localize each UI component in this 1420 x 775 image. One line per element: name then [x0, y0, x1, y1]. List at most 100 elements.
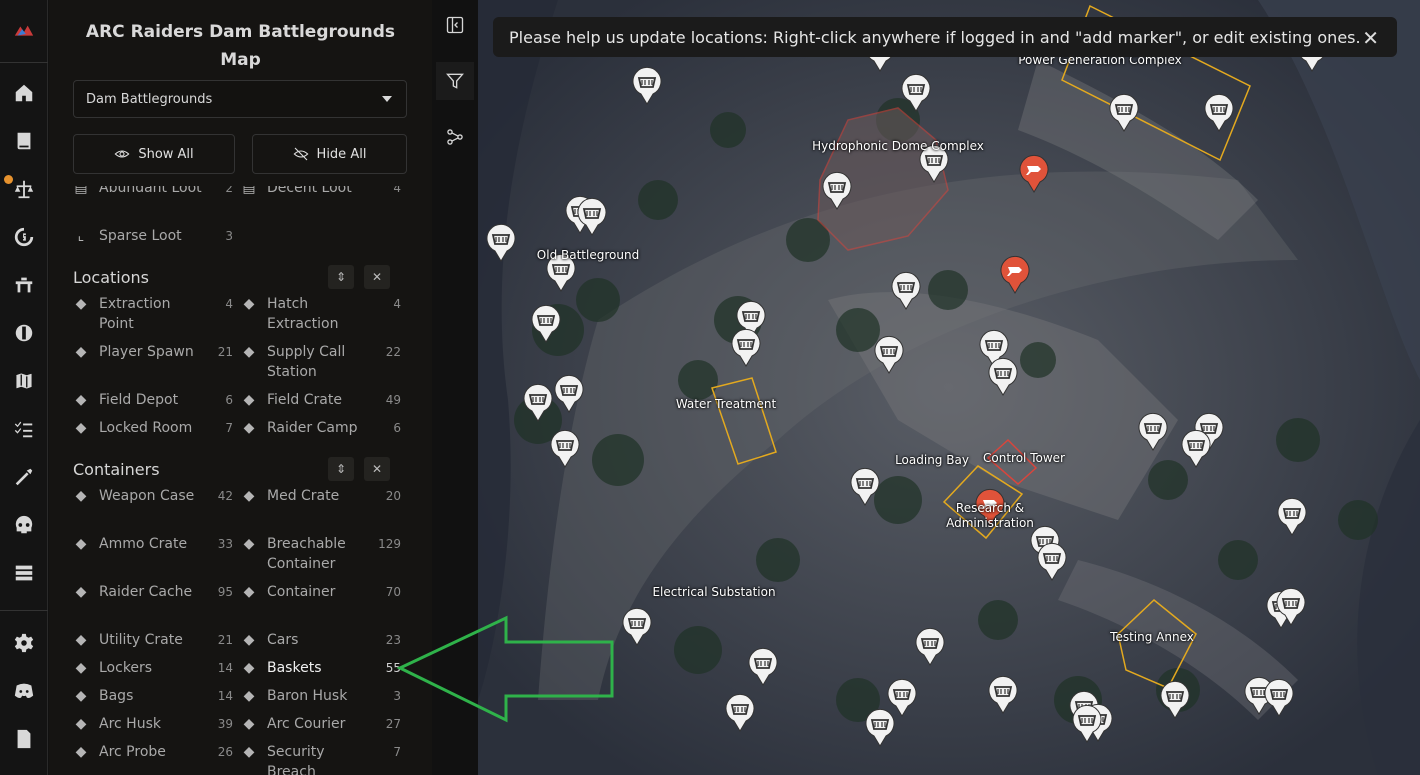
ammo-crate-icon: ◆ — [75, 536, 87, 552]
sort-toggle-icon[interactable]: ⇕ — [328, 265, 354, 289]
hide-all-label: Hide All — [316, 146, 367, 162]
basket-marker-icon[interactable] — [821, 171, 853, 211]
basket-marker-icon[interactable] — [730, 328, 762, 368]
show-all-button[interactable]: Show All — [73, 134, 235, 174]
basket-marker-icon[interactable] — [900, 73, 932, 113]
basket-marker-icon[interactable] — [987, 675, 1019, 715]
database-icon[interactable] — [6, 555, 42, 591]
hide-all-button[interactable]: Hide All — [252, 134, 407, 174]
abundant-loot-icon: ▤ — [74, 186, 88, 196]
map-canvas[interactable]: Power Generation Complex Hydrophonic Dom… — [478, 0, 1420, 775]
map-label-research-line2[interactable]: Administration — [946, 516, 1034, 530]
raider-marker-icon[interactable] — [1018, 154, 1050, 194]
map-select-value: Dam Battlegrounds — [86, 91, 213, 107]
weapon-case-icon: ◆ — [75, 488, 87, 504]
basket-marker-icon[interactable] — [890, 271, 922, 311]
skull-icon[interactable] — [6, 507, 42, 543]
weapon-icon[interactable] — [6, 459, 42, 495]
basket-marker-icon[interactable] — [873, 335, 905, 375]
filter-list[interactable]: ▤ Abundant Loot 2 ▤ Decent Loot 4 ⌞ Spar… — [49, 186, 432, 775]
filter-item-count: 42 — [217, 489, 233, 503]
filter-item-count: 95 — [217, 585, 233, 599]
book-icon[interactable] — [6, 123, 42, 159]
filter-item-label: Arc Probe — [99, 744, 166, 760]
section-title-containers: Containers — [73, 460, 160, 479]
basket-marker-icon[interactable] — [1275, 587, 1307, 627]
basket-marker-icon[interactable] — [631, 66, 663, 106]
basket-marker-icon[interactable] — [1137, 412, 1169, 452]
basket-marker-icon[interactable] — [864, 708, 896, 748]
basket-marker-icon[interactable] — [553, 374, 585, 414]
filter-item-count: 4 — [393, 297, 401, 311]
filter-item-count: 26 — [217, 745, 233, 759]
filter-item-count: 33 — [217, 537, 233, 551]
filter-item-count: 14 — [217, 661, 233, 675]
basket-marker-icon[interactable] — [747, 647, 779, 687]
basket-marker-icon[interactable] — [849, 467, 881, 507]
basket-marker-icon[interactable] — [1276, 497, 1308, 537]
sparse-loot-icon: ⌞ — [77, 228, 85, 244]
basket-marker-icon[interactable] — [1263, 678, 1295, 718]
filter-item-label: Arc Husk — [99, 716, 161, 732]
basket-marker-icon[interactable] — [914, 627, 946, 667]
collapse-panel-icon[interactable] — [436, 6, 474, 44]
filter-item-label: Breachable Container — [267, 536, 346, 572]
filter-item-count: 21 — [217, 633, 233, 647]
basket-marker-icon[interactable] — [485, 223, 517, 263]
map-label-electrical-substation[interactable]: Electrical Substation — [652, 585, 775, 599]
arc-probe-icon: ◆ — [75, 744, 87, 760]
map-label-old-battleground[interactable]: Old Battleground — [537, 248, 639, 262]
filter-item-label: Raider Camp — [267, 420, 358, 436]
filter-item-count: 14 — [217, 689, 233, 703]
basket-marker-icon[interactable] — [549, 429, 581, 469]
filter-item-count: 22 — [385, 345, 401, 359]
basket-marker-icon[interactable] — [530, 304, 562, 344]
map-label-testing-annex[interactable]: Testing Annex — [1110, 630, 1194, 644]
filter-item-label: Player Spawn — [99, 344, 194, 360]
gear-icon[interactable] — [6, 625, 42, 661]
collapse-icon[interactable]: ✕ — [364, 457, 390, 481]
annotation-arrow-icon — [396, 615, 614, 723]
filter-item-count: 49 — [385, 393, 401, 407]
spawn-icon: ◆ — [75, 344, 87, 360]
icon-rail — [0, 0, 48, 775]
filter-item-label: Field Crate — [267, 392, 342, 408]
basket-marker-icon[interactable] — [1159, 680, 1191, 720]
decent-loot-icon: ▤ — [242, 186, 256, 196]
document-icon[interactable] — [6, 721, 42, 757]
filter-item-count: 6 — [393, 421, 401, 435]
basket-marker-icon[interactable] — [522, 383, 554, 423]
filter-item-count: 7 — [225, 421, 233, 435]
home-icon[interactable] — [6, 75, 42, 111]
workbench-icon[interactable] — [6, 267, 42, 303]
trade-cycle-icon[interactable] — [6, 219, 42, 255]
map-label-hydrophonic-dome[interactable]: Hydrophonic Dome Complex — [812, 139, 984, 153]
collapse-icon[interactable]: ✕ — [364, 265, 390, 289]
close-icon[interactable]: ✕ — [1362, 26, 1379, 50]
basket-marker-icon[interactable] — [576, 197, 608, 237]
discord-icon[interactable] — [6, 673, 42, 709]
sort-toggle-icon[interactable]: ⇕ — [328, 457, 354, 481]
map-label-loading-bay[interactable]: Loading Bay — [895, 453, 969, 467]
map-icon[interactable] — [6, 363, 42, 399]
basket-marker-icon[interactable] — [724, 693, 756, 733]
filter-icon[interactable] — [436, 62, 474, 100]
basket-marker-icon[interactable] — [1203, 93, 1235, 133]
route-icon[interactable] — [436, 118, 474, 156]
checklist-icon[interactable] — [6, 411, 42, 447]
map-select-dropdown[interactable]: Dam Battlegrounds — [73, 80, 407, 118]
basket-marker-icon[interactable] — [1180, 429, 1212, 469]
filter-item-label: Lockers — [99, 660, 153, 676]
filter-item-label: Locked Room — [99, 420, 193, 436]
basket-marker-icon[interactable] — [621, 607, 653, 647]
map-label-research-line1[interactable]: Research & — [956, 501, 1024, 515]
raider-marker-icon[interactable] — [999, 255, 1031, 295]
basket-marker-icon[interactable] — [1108, 93, 1140, 133]
basket-marker-icon[interactable] — [1071, 704, 1103, 744]
map-label-control-tower[interactable]: Control Tower — [983, 451, 1065, 465]
basket-marker-icon[interactable] — [987, 357, 1019, 397]
basket-marker-icon[interactable] — [1036, 542, 1068, 582]
site-logo-icon[interactable] — [6, 14, 42, 50]
map-label-water-treatment[interactable]: Water Treatment — [676, 397, 776, 411]
shield-icon[interactable] — [6, 315, 42, 351]
